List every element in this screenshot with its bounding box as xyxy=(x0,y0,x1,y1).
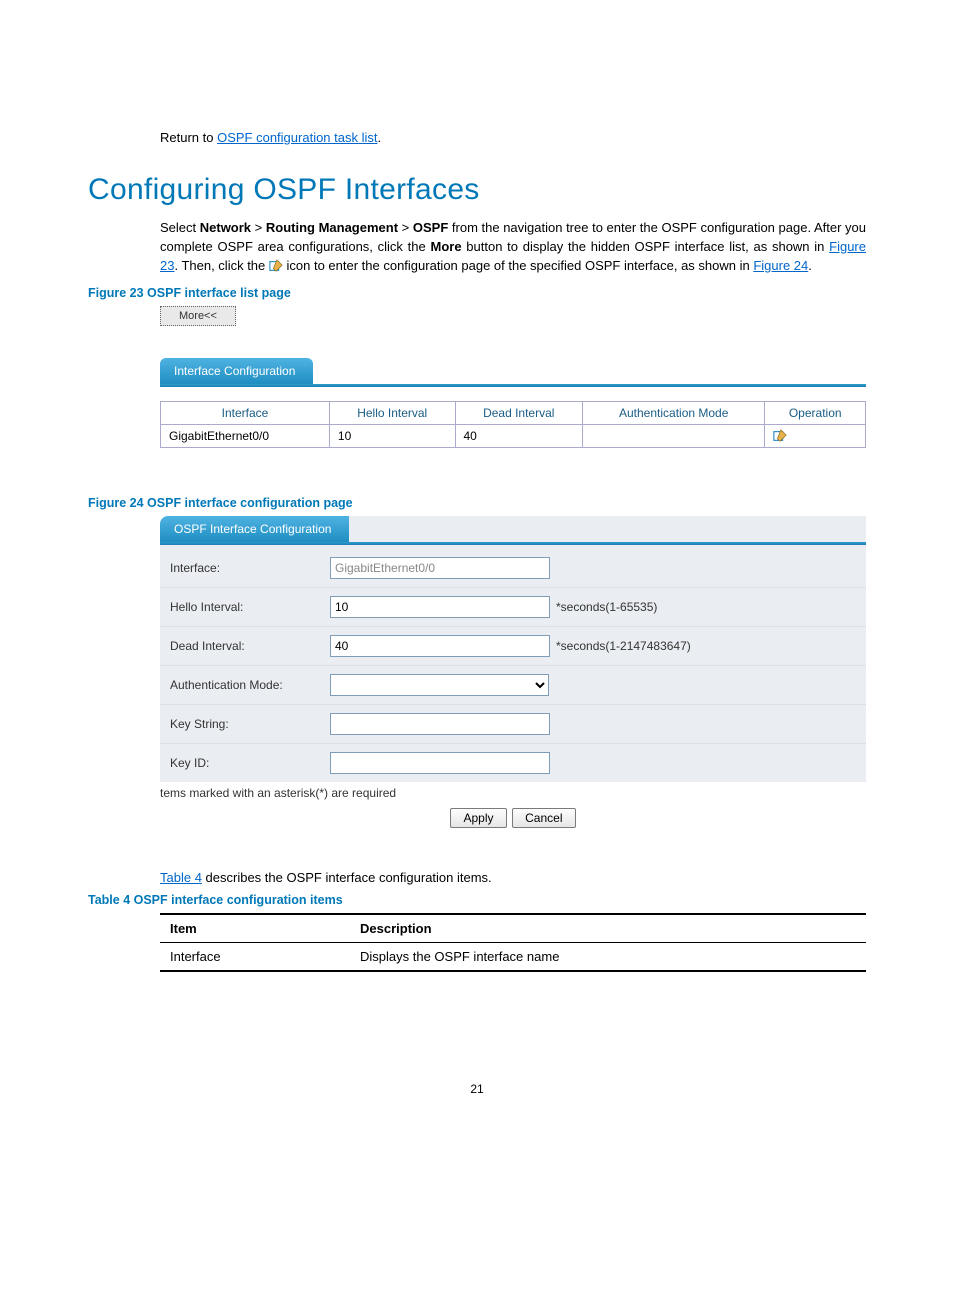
text: Select xyxy=(160,220,200,235)
col-hello: Hello Interval xyxy=(329,401,455,424)
ospf-interface-form: OSPF Interface Configuration Interface: … xyxy=(160,516,866,782)
cell-description: Displays the OSPF interface name xyxy=(350,943,866,972)
page-heading: Configuring OSPF Interfaces xyxy=(88,173,866,207)
col-description: Description xyxy=(350,914,866,943)
figure-24-caption: Figure 24 OSPF interface configuration p… xyxy=(88,496,866,510)
table-row: GigabitEthernet0/0 10 40 xyxy=(161,424,866,448)
col-item: Item xyxy=(160,914,350,943)
table4-intro: Table 4 describes the OSPF interface con… xyxy=(160,870,866,885)
text: . Then, click the xyxy=(174,258,268,273)
intro-paragraph: Select Network > Routing Management > OS… xyxy=(160,219,866,276)
input-hello-interval[interactable] xyxy=(330,596,550,618)
label-key-id: Key ID: xyxy=(170,756,330,770)
cell-item: Interface xyxy=(160,943,350,972)
nav-ospf: OSPF xyxy=(413,220,448,235)
input-dead-interval[interactable] xyxy=(330,635,550,657)
more-button[interactable]: More<< xyxy=(160,306,236,326)
page-number: 21 xyxy=(88,1082,866,1096)
select-auth-mode[interactable] xyxy=(330,674,549,696)
col-operation: Operation xyxy=(765,401,866,424)
required-footnote: tems marked with an asterisk(*) are requ… xyxy=(160,782,866,800)
suffix-hello: *seconds(1-65535) xyxy=(556,600,657,614)
apply-button[interactable]: Apply xyxy=(450,808,506,828)
cell-interface: GigabitEthernet0/0 xyxy=(161,424,330,448)
text: > xyxy=(251,220,266,235)
text: > xyxy=(398,220,413,235)
edit-icon xyxy=(269,259,283,273)
tab-underline xyxy=(160,384,866,387)
more-word: More xyxy=(430,239,461,254)
tab-interface-configuration[interactable]: Interface Configuration xyxy=(160,358,313,384)
text: button to display the hidden OSPF interf… xyxy=(462,239,830,254)
cell-dead: 40 xyxy=(455,424,583,448)
nav-routing: Routing Management xyxy=(266,220,398,235)
suffix-dead: *seconds(1-2147483647) xyxy=(556,639,691,653)
interface-table: Interface Hello Interval Dead Interval A… xyxy=(160,401,866,449)
col-dead: Dead Interval xyxy=(455,401,583,424)
cell-auth xyxy=(583,424,765,448)
text: icon to enter the configuration page of … xyxy=(283,258,753,273)
return-line: Return to OSPF configuration task list. xyxy=(160,130,866,145)
input-interface xyxy=(330,557,550,579)
figure-24-link[interactable]: Figure 24 xyxy=(753,258,808,273)
tab-ospf-interface-config: OSPF Interface Configuration xyxy=(160,516,349,542)
col-auth: Authentication Mode xyxy=(583,401,765,424)
table-row: Interface Displays the OSPF interface na… xyxy=(160,943,866,972)
figure-23-caption: Figure 23 OSPF interface list page xyxy=(88,286,866,300)
input-key-id[interactable] xyxy=(330,752,550,774)
label-interface: Interface: xyxy=(170,561,330,575)
table-4-link[interactable]: Table 4 xyxy=(160,870,202,885)
ospf-task-list-link[interactable]: OSPF configuration task list xyxy=(217,130,377,145)
text: describes the OSPF interface configurati… xyxy=(202,870,492,885)
table-4-caption: Table 4 OSPF interface configuration ite… xyxy=(88,893,866,907)
edit-icon[interactable] xyxy=(773,429,787,443)
description-table: Item Description Interface Displays the … xyxy=(160,913,866,972)
label-auth-mode: Authentication Mode: xyxy=(170,678,330,692)
cancel-button[interactable]: Cancel xyxy=(512,808,575,828)
cell-hello: 10 xyxy=(329,424,455,448)
return-suffix: . xyxy=(378,130,382,145)
nav-network: Network xyxy=(200,220,251,235)
label-dead-interval: Dead Interval: xyxy=(170,639,330,653)
input-key-string[interactable] xyxy=(330,713,550,735)
return-prefix: Return to xyxy=(160,130,217,145)
col-interface: Interface xyxy=(161,401,330,424)
label-hello-interval: Hello Interval: xyxy=(170,600,330,614)
label-key-string: Key String: xyxy=(170,717,330,731)
text: . xyxy=(808,258,812,273)
cell-operation[interactable] xyxy=(765,424,866,448)
